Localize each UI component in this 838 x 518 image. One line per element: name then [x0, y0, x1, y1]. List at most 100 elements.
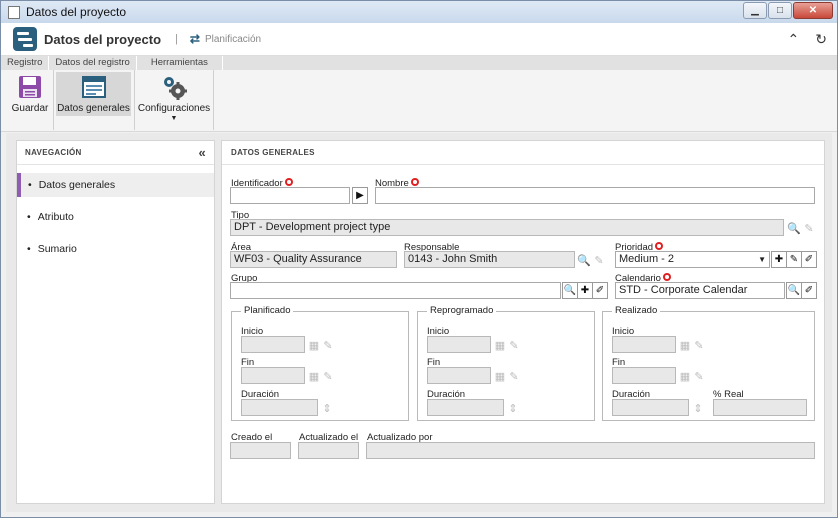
search-icon: 🔍: [577, 254, 591, 267]
identificador-input[interactable]: [230, 187, 350, 204]
calendar-icon: ▦: [308, 370, 320, 383]
ribbon-tabs: Registro Datos del registro Herramientas: [1, 56, 837, 70]
config-label: Configuraciones: [137, 103, 211, 114]
title-bar: Datos del proyecto ▁ □ ✕: [1, 1, 837, 23]
window-title: Datos del proyecto: [26, 5, 127, 19]
nav-item-label: Datos generales: [38, 179, 116, 191]
real-duracion-input[interactable]: [612, 399, 689, 416]
dropdown-arrow-icon: ▼: [170, 115, 178, 122]
required-icon: [410, 178, 419, 186]
calendar-icon: ▦: [494, 339, 506, 352]
spinner-icon[interactable]: ⇕: [320, 401, 334, 415]
minimize-button[interactable]: ▁: [743, 2, 767, 19]
breadcrumb: Planificación: [204, 33, 262, 45]
search-icon: 🔍: [787, 222, 801, 235]
clear-icon: ✎: [323, 370, 333, 383]
required-icon: [655, 242, 664, 250]
prioridad-select[interactable]: Medium - 2 ▼: [615, 251, 770, 268]
group-title: Planificado: [241, 305, 294, 316]
plan-duracion-input[interactable]: [241, 399, 318, 416]
actualizado-input[interactable]: [298, 442, 359, 459]
next-arrow-button[interactable]: ▶: [352, 187, 368, 204]
area-input[interactable]: WF03 - Quality Assurance: [230, 251, 397, 268]
add-button[interactable]: ✚: [771, 251, 787, 268]
calendar-icon: ▦: [308, 339, 320, 352]
general-data-label: Datos generales: [57, 103, 130, 114]
panel-title: DATOS GENERALES: [222, 141, 824, 165]
save-label: Guardar: [11, 103, 49, 114]
general-data-panel: DATOS GENERALES Identificador ▶ Nombre T…: [221, 140, 825, 504]
spinner-icon[interactable]: ⇕: [691, 401, 705, 415]
nav-title: NAVEGACIÓN: [25, 148, 82, 157]
plan-inicio-input[interactable]: [241, 336, 305, 353]
chevron-down-icon: ▼: [758, 255, 766, 264]
clear-button[interactable]: ✐: [801, 282, 817, 299]
calendar-icon: ▦: [679, 370, 691, 383]
tab-herramientas[interactable]: Herramientas: [137, 56, 223, 70]
app-logo-icon: [13, 27, 37, 51]
close-button[interactable]: ✕: [793, 2, 833, 19]
save-icon: [18, 74, 42, 100]
real-percent-input[interactable]: [713, 399, 807, 416]
clear-button[interactable]: ✐: [801, 251, 817, 268]
form-icon: [81, 74, 106, 100]
refresh-icon[interactable]: ↻: [815, 31, 827, 48]
planificado-group: Planificado Inicio ▦ ✎ Fin ▦ ✎ Duración …: [231, 305, 409, 421]
required-icon: [284, 178, 293, 186]
nav-item-label: Sumario: [37, 243, 77, 255]
nav-item-datos-generales[interactable]: • Datos generales: [17, 173, 214, 197]
repr-duracion-input[interactable]: [427, 399, 504, 416]
grupo-input[interactable]: [230, 282, 561, 299]
calendar-icon: ▦: [679, 339, 691, 352]
group-title: Reprogramado: [427, 305, 497, 316]
required-icon: [662, 273, 671, 281]
calendar-icon: ▦: [494, 370, 506, 383]
save-button[interactable]: Guardar: [9, 72, 51, 116]
planning-icon: ⇄: [189, 32, 200, 46]
responsable-input[interactable]: 0143 - John Smith: [404, 251, 575, 268]
plan-fin-input[interactable]: [241, 367, 305, 384]
actualizado-por-input[interactable]: [366, 442, 815, 459]
search-button[interactable]: 🔍: [786, 282, 802, 299]
general-data-button[interactable]: Datos generales: [56, 72, 131, 116]
config-button[interactable]: Configuraciones ▼: [137, 72, 211, 122]
creado-input[interactable]: [230, 442, 291, 459]
clear-icon: ✎: [509, 339, 519, 352]
add-button[interactable]: ✚: [577, 282, 593, 299]
app-header: Datos del proyecto | ⇄ Planificación ⌃ ↻: [1, 23, 837, 56]
clear-icon: ✎: [509, 370, 519, 383]
gears-icon: [161, 74, 187, 100]
group-title: Realizado: [612, 305, 661, 316]
nombre-input[interactable]: [375, 187, 815, 204]
nav-item-atributo[interactable]: • Atributo: [17, 205, 214, 229]
real-inicio-input[interactable]: [612, 336, 676, 353]
collapse-panel-icon[interactable]: «: [198, 145, 206, 160]
clear-icon: ✎: [594, 254, 604, 267]
realizado-group: Realizado Inicio ▦ ✎ Fin ▦ ✎ Duración ⇕ …: [602, 305, 815, 421]
tipo-input[interactable]: DPT - Development project type: [230, 219, 784, 236]
nav-item-label: Atributo: [37, 211, 74, 223]
reprogramado-group: Reprogramado Inicio ▦ ✎ Fin ▦ ✎ Duración…: [417, 305, 595, 421]
app-title: Datos del proyecto: [44, 31, 162, 47]
maximize-button[interactable]: □: [768, 2, 792, 19]
navigation-panel: NAVEGACIÓN « • Datos generales • Atributo …: [16, 140, 215, 504]
edit-button[interactable]: ✎: [786, 251, 802, 268]
app-window: Datos del proyecto ▁ □ ✕ Datos del proye…: [0, 0, 838, 518]
clear-icon: ✎: [694, 339, 704, 352]
clear-button[interactable]: ✐: [592, 282, 608, 299]
calendario-input[interactable]: STD - Corporate Calendar: [615, 282, 785, 299]
collapse-up-icon[interactable]: ⌃: [788, 31, 800, 48]
tab-registro[interactable]: Registro: [1, 56, 50, 70]
repr-inicio-input[interactable]: [427, 336, 491, 353]
tab-datos-del-registro[interactable]: Datos del registro: [49, 56, 137, 70]
nav-item-sumario[interactable]: • Sumario: [17, 237, 214, 261]
clear-icon: ✎: [694, 370, 704, 383]
real-fin-input[interactable]: [612, 367, 676, 384]
clear-icon: ✎: [323, 339, 333, 352]
ribbon: Guardar Datos generales Configuraciones …: [1, 70, 837, 132]
content-area: NAVEGACIÓN « • Datos generales • Atributo …: [6, 133, 832, 512]
search-button[interactable]: 🔍: [562, 282, 578, 299]
repr-fin-input[interactable]: [427, 367, 491, 384]
clear-icon: ✎: [804, 222, 814, 235]
spinner-icon[interactable]: ⇕: [506, 401, 520, 415]
